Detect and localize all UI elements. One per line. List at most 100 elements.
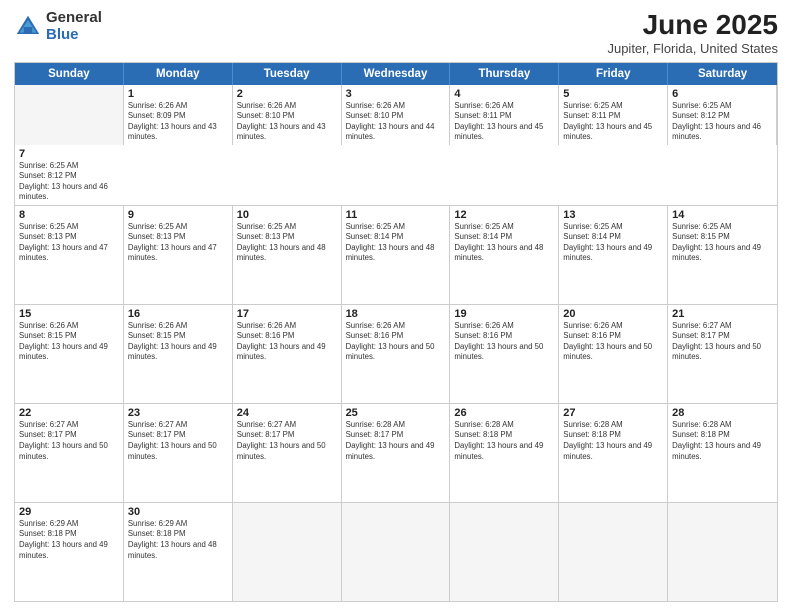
- day-cell-21: 21Sunrise: 6:27 AMSunset: 8:17 PMDayligh…: [668, 305, 777, 403]
- day-info: Sunrise: 6:26 AMSunset: 8:16 PMDaylight:…: [454, 321, 554, 363]
- page: General Blue June 2025 Jupiter, Florida,…: [0, 0, 792, 612]
- day-cell-7: 7Sunrise: 6:25 AMSunset: 8:12 PMDaylight…: [15, 145, 124, 205]
- day-info: Sunrise: 6:28 AMSunset: 8:18 PMDaylight:…: [454, 420, 554, 462]
- logo: General Blue: [14, 10, 102, 43]
- day-info: Sunrise: 6:26 AMSunset: 8:10 PMDaylight:…: [237, 101, 337, 143]
- header: General Blue June 2025 Jupiter, Florida,…: [14, 10, 778, 56]
- day-info: Sunrise: 6:27 AMSunset: 8:17 PMDaylight:…: [672, 321, 773, 363]
- day-number: 26: [454, 407, 554, 419]
- day-number: 18: [346, 308, 446, 320]
- day-number: 23: [128, 407, 228, 419]
- calendar: SundayMondayTuesdayWednesdayThursdayFrid…: [14, 62, 778, 602]
- day-cell-9: 9Sunrise: 6:25 AMSunset: 8:13 PMDaylight…: [124, 206, 233, 304]
- day-cell-23: 23Sunrise: 6:27 AMSunset: 8:17 PMDayligh…: [124, 404, 233, 502]
- day-number: 10: [237, 209, 337, 221]
- day-cell-10: 10Sunrise: 6:25 AMSunset: 8:13 PMDayligh…: [233, 206, 342, 304]
- day-cell-16: 16Sunrise: 6:26 AMSunset: 8:15 PMDayligh…: [124, 305, 233, 403]
- day-number: 29: [19, 506, 119, 518]
- day-cell-5: 5Sunrise: 6:25 AMSunset: 8:11 PMDaylight…: [559, 85, 668, 145]
- title-block: June 2025 Jupiter, Florida, United State…: [607, 10, 778, 56]
- day-cell-18: 18Sunrise: 6:26 AMSunset: 8:16 PMDayligh…: [342, 305, 451, 403]
- day-cell-27: 27Sunrise: 6:28 AMSunset: 8:18 PMDayligh…: [559, 404, 668, 502]
- empty-cell: [559, 503, 668, 601]
- day-info: Sunrise: 6:29 AMSunset: 8:18 PMDaylight:…: [128, 519, 228, 561]
- day-number: 11: [346, 209, 446, 221]
- day-info: Sunrise: 6:25 AMSunset: 8:14 PMDaylight:…: [563, 222, 663, 264]
- header-day-thursday: Thursday: [450, 63, 559, 85]
- header-day-sunday: Sunday: [15, 63, 124, 85]
- logo-text: General Blue: [46, 10, 102, 43]
- day-cell-17: 17Sunrise: 6:26 AMSunset: 8:16 PMDayligh…: [233, 305, 342, 403]
- day-info: Sunrise: 6:26 AMSunset: 8:15 PMDaylight:…: [19, 321, 119, 363]
- day-number: 4: [454, 88, 554, 100]
- day-info: Sunrise: 6:26 AMSunset: 8:16 PMDaylight:…: [346, 321, 446, 363]
- calendar-row-2: 8Sunrise: 6:25 AMSunset: 8:13 PMDaylight…: [15, 206, 777, 305]
- calendar-body: 1Sunrise: 6:26 AMSunset: 8:09 PMDaylight…: [15, 85, 777, 601]
- day-info: Sunrise: 6:25 AMSunset: 8:13 PMDaylight:…: [19, 222, 119, 264]
- header-day-wednesday: Wednesday: [342, 63, 451, 85]
- header-day-monday: Monday: [124, 63, 233, 85]
- header-day-tuesday: Tuesday: [233, 63, 342, 85]
- day-cell-1: 1Sunrise: 6:26 AMSunset: 8:09 PMDaylight…: [124, 85, 233, 145]
- day-number: 15: [19, 308, 119, 320]
- day-number: 20: [563, 308, 663, 320]
- calendar-row-5: 29 Sunrise: 6:29 AMSunset: 8:18 PMDayligh…: [15, 503, 777, 601]
- day-info: Sunrise: 6:25 AMSunset: 8:14 PMDaylight:…: [454, 222, 554, 264]
- day-number: 30: [128, 506, 228, 518]
- day-cell-25: 25Sunrise: 6:28 AMSunset: 8:17 PMDayligh…: [342, 404, 451, 502]
- day-number: 12: [454, 209, 554, 221]
- day-number: 21: [672, 308, 773, 320]
- day-info: Sunrise: 6:26 AMSunset: 8:11 PMDaylight:…: [454, 101, 554, 143]
- day-number: 25: [346, 407, 446, 419]
- day-cell-4: 4Sunrise: 6:26 AMSunset: 8:11 PMDaylight…: [450, 85, 559, 145]
- day-cell-24: 24Sunrise: 6:27 AMSunset: 8:17 PMDayligh…: [233, 404, 342, 502]
- day-cell-8: 8Sunrise: 6:25 AMSunset: 8:13 PMDaylight…: [15, 206, 124, 304]
- day-cell-26: 26Sunrise: 6:28 AMSunset: 8:18 PMDayligh…: [450, 404, 559, 502]
- day-info: Sunrise: 6:26 AMSunset: 8:16 PMDaylight:…: [563, 321, 663, 363]
- empty-cell: [450, 503, 559, 601]
- day-number: 6: [672, 88, 772, 100]
- day-number: 3: [346, 88, 446, 100]
- day-cell-29: 29Sunrise: 6:29 AMSunset: 8:18 PMDayligh…: [15, 503, 124, 601]
- day-number: 24: [237, 407, 337, 419]
- day-cell-28: 28Sunrise: 6:28 AMSunset: 8:18 PMDayligh…: [668, 404, 777, 502]
- day-cell-12: 12Sunrise: 6:25 AMSunset: 8:14 PMDayligh…: [450, 206, 559, 304]
- day-info: Sunrise: 6:25 AMSunset: 8:12 PMDaylight:…: [19, 161, 120, 203]
- empty-cell: [342, 503, 451, 601]
- day-info: Sunrise: 6:28 AMSunset: 8:18 PMDaylight:…: [563, 420, 663, 462]
- day-number: 7: [19, 148, 120, 160]
- day-info: Sunrise: 6:27 AMSunset: 8:17 PMDaylight:…: [19, 420, 119, 462]
- day-info: Sunrise: 6:25 AMSunset: 8:13 PMDaylight:…: [237, 222, 337, 264]
- day-cell-11: 11Sunrise: 6:25 AMSunset: 8:14 PMDayligh…: [342, 206, 451, 304]
- calendar-header: SundayMondayTuesdayWednesdayThursdayFrid…: [15, 63, 777, 85]
- logo-blue-text: Blue: [46, 27, 102, 44]
- page-title: June 2025: [607, 10, 778, 41]
- logo-icon: [14, 13, 42, 41]
- day-info: Sunrise: 6:26 AMSunset: 8:15 PMDaylight:…: [128, 321, 228, 363]
- day-info: Sunrise: 6:25 AMSunset: 8:12 PMDaylight:…: [672, 101, 772, 143]
- day-info: Sunrise: 6:28 AMSunset: 8:17 PMDaylight:…: [346, 420, 446, 462]
- day-number: 8: [19, 209, 119, 221]
- day-number: 19: [454, 308, 554, 320]
- day-info: Sunrise: 6:25 AMSunset: 8:15 PMDaylight:…: [672, 222, 773, 264]
- day-number: 9: [128, 209, 228, 221]
- day-number: 16: [128, 308, 228, 320]
- day-info: Sunrise: 6:25 AMSunset: 8:11 PMDaylight:…: [563, 101, 663, 143]
- day-cell-3: 3Sunrise: 6:26 AMSunset: 8:10 PMDaylight…: [342, 85, 451, 145]
- page-subtitle: Jupiter, Florida, United States: [607, 41, 778, 56]
- day-info: Sunrise: 6:27 AMSunset: 8:17 PMDaylight:…: [128, 420, 228, 462]
- day-number: 17: [237, 308, 337, 320]
- header-day-saturday: Saturday: [668, 63, 777, 85]
- day-info: Sunrise: 6:26 AMSunset: 8:10 PMDaylight:…: [346, 101, 446, 143]
- day-number: 5: [563, 88, 663, 100]
- day-number: 14: [672, 209, 773, 221]
- day-cell-15: 15Sunrise: 6:26 AMSunset: 8:15 PMDayligh…: [15, 305, 124, 403]
- day-cell-6: 6Sunrise: 6:25 AMSunset: 8:12 PMDaylight…: [668, 85, 777, 145]
- calendar-row-3: 15Sunrise: 6:26 AMSunset: 8:15 PMDayligh…: [15, 305, 777, 404]
- day-number: 2: [237, 88, 337, 100]
- day-info: Sunrise: 6:26 AMSunset: 8:09 PMDaylight:…: [128, 101, 228, 143]
- day-cell-22: 22Sunrise: 6:27 AMSunset: 8:17 PMDayligh…: [15, 404, 124, 502]
- day-number: 27: [563, 407, 663, 419]
- header-day-friday: Friday: [559, 63, 668, 85]
- logo-general-text: General: [46, 10, 102, 27]
